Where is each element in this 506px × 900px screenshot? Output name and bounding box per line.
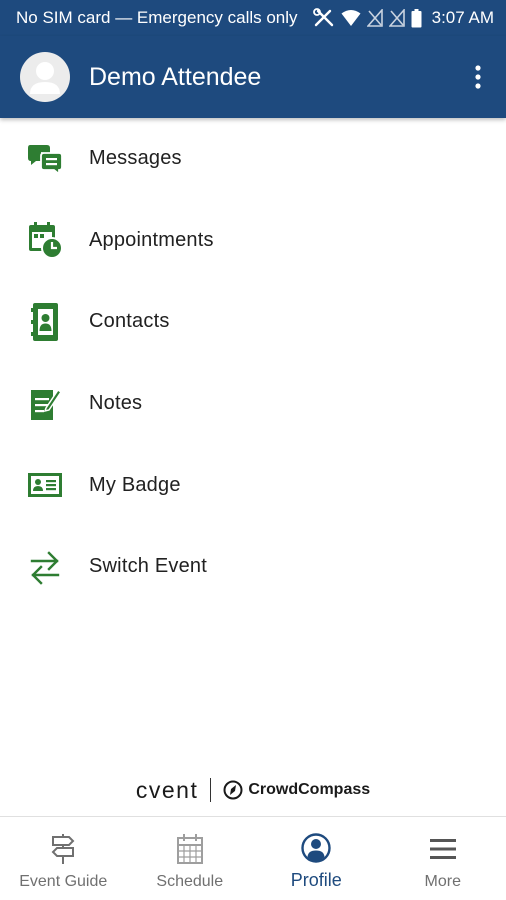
avatar-placeholder-icon <box>30 62 60 94</box>
menu-item-label: My Badge <box>89 473 181 496</box>
menu-item-my-badge[interactable]: My Badge <box>0 444 506 526</box>
note-edit-icon <box>26 385 64 423</box>
swap-arrows-icon <box>26 548 64 586</box>
calendar-icon <box>176 831 204 867</box>
tab-label: More <box>424 872 461 890</box>
profile-menu: Messages Appointments Contacts Notes My … <box>0 118 506 608</box>
tab-schedule[interactable]: Schedule <box>127 817 254 900</box>
no-signal-icon-2 <box>388 9 405 27</box>
app-header: Demo Attendee <box>0 36 506 118</box>
menu-item-label: Notes <box>89 392 143 415</box>
no-signal-icon <box>366 9 383 27</box>
tab-label: Event Guide <box>19 872 108 890</box>
messages-icon <box>26 140 64 178</box>
branding-footer: cvent CrowdCompass <box>0 772 506 808</box>
no-sim-tools-icon <box>312 8 335 28</box>
badge-icon <box>26 466 64 504</box>
crowdcompass-text: CrowdCompass <box>248 781 371 798</box>
tab-label: Profile <box>290 870 342 890</box>
status-text: No SIM card — Emergency calls only <box>16 8 298 27</box>
more-vert-icon <box>475 65 481 89</box>
page-title: Demo Attendee <box>89 62 262 91</box>
menu-item-label: Switch Event <box>89 555 208 578</box>
tab-more[interactable]: More <box>380 817 506 900</box>
menu-item-label: Contacts <box>89 310 170 333</box>
status-time: 3:07 AM <box>431 8 494 27</box>
menu-item-label: Appointments <box>89 228 214 251</box>
bottom-nav: Event Guide Schedule Profile More <box>0 816 506 900</box>
menu-item-label: Messages <box>89 147 182 170</box>
menu-item-appointments[interactable]: Appointments <box>0 200 506 282</box>
avatar[interactable] <box>20 52 70 102</box>
crowdcompass-logo: CrowdCompass <box>223 780 370 800</box>
tab-event-guide[interactable]: Event Guide <box>0 817 127 900</box>
menu-item-switch-event[interactable]: Switch Event <box>0 526 506 608</box>
menu-item-messages[interactable]: Messages <box>0 118 506 200</box>
cvent-logo: cvent <box>135 776 199 803</box>
tab-label: Schedule <box>156 872 224 890</box>
wifi-icon <box>341 9 361 27</box>
menu-item-contacts[interactable]: Contacts <box>0 281 506 363</box>
menu-item-notes[interactable]: Notes <box>0 363 506 445</box>
signpost-icon <box>50 831 76 867</box>
overflow-menu-button[interactable] <box>466 57 490 97</box>
crowdcompass-icon <box>223 780 243 800</box>
status-bar: No SIM card — Emergency calls only 3:07 … <box>0 0 506 36</box>
contact-book-icon <box>26 302 64 341</box>
status-icons: 3:07 AM <box>312 8 494 28</box>
calendar-clock-icon <box>26 221 64 260</box>
tab-profile[interactable]: Profile <box>253 817 380 900</box>
brand-divider <box>210 778 212 802</box>
profile-icon <box>301 830 331 866</box>
menu-icon <box>429 831 457 867</box>
battery-icon <box>411 8 422 28</box>
